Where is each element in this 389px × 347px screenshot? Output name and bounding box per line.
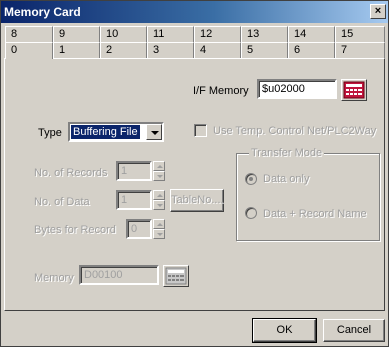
bytes-label: Bytes for Record — [34, 224, 116, 236]
if-memory-calculator-button[interactable] — [341, 79, 367, 101]
type-select[interactable]: Buffering File — [68, 122, 164, 142]
tab-11[interactable]: 11 — [147, 26, 194, 42]
data-label: No. of Data — [34, 196, 90, 208]
if-memory-field[interactable]: $u02000 — [257, 79, 337, 99]
tableno-button[interactable]: TableNo.... — [170, 189, 224, 212]
data-field[interactable]: 1 — [116, 190, 152, 210]
memory-label: Memory — [34, 272, 74, 284]
records-field[interactable]: 1 — [116, 161, 152, 181]
radio-data-only[interactable] — [245, 173, 257, 185]
chevron-down-icon[interactable] — [146, 124, 162, 140]
tab-13[interactable]: 13 — [241, 26, 288, 42]
tab-15[interactable]: 15 — [335, 26, 385, 42]
memory-card-dialog: Memory Card × 8 9 10 11 12 13 14 15 0 1 … — [0, 0, 389, 347]
memory-calculator-button[interactable] — [163, 265, 189, 287]
records-label: No. of Records — [34, 167, 108, 179]
tab-2[interactable]: 2 — [100, 42, 147, 58]
transfer-mode-title: Transfer Mode — [249, 147, 325, 159]
spin-down-icon[interactable] — [153, 200, 165, 210]
tab-3[interactable]: 3 — [147, 42, 194, 58]
close-button[interactable]: × — [370, 4, 386, 19]
title-bar[interactable]: Memory Card × — [1, 1, 388, 23]
data-spinner[interactable] — [153, 190, 165, 210]
tab-8[interactable]: 8 — [5, 26, 53, 42]
records-spinner[interactable] — [153, 161, 165, 181]
tab-7[interactable]: 7 — [335, 42, 385, 58]
spin-up-icon[interactable] — [153, 161, 165, 171]
memory-field[interactable]: D00100 — [79, 265, 159, 285]
bytes-spinner[interactable] — [153, 219, 165, 239]
type-select-value: Buffering File — [71, 125, 140, 139]
transfer-mode-group — [236, 153, 380, 241]
tab-12[interactable]: 12 — [194, 26, 241, 42]
tab-9[interactable]: 9 — [53, 26, 100, 42]
bytes-field[interactable]: 0 — [126, 219, 152, 239]
tab-1[interactable]: 1 — [53, 42, 100, 58]
type-label: Type — [38, 127, 62, 139]
cancel-button[interactable]: Cancel — [323, 319, 385, 342]
use-temp-checkbox[interactable] — [194, 124, 207, 137]
dialog-title: Memory Card — [4, 5, 81, 19]
spin-down-icon[interactable] — [153, 229, 165, 239]
spin-up-icon[interactable] — [153, 219, 165, 229]
radio-data-record-name-label: Data + Record Name — [263, 208, 367, 220]
spin-up-icon[interactable] — [153, 190, 165, 200]
calculator-icon — [165, 267, 187, 285]
radio-data-only-label: Data only — [263, 173, 310, 185]
tab-5[interactable]: 5 — [241, 42, 288, 58]
tab-4[interactable]: 4 — [194, 42, 241, 58]
calculator-icon — [343, 81, 365, 99]
use-temp-label: Use Temp. Control Net/PLC2Way — [213, 125, 377, 137]
if-memory-label: I/F Memory — [193, 85, 249, 97]
tab-10[interactable]: 10 — [100, 26, 147, 42]
ok-button[interactable]: OK — [252, 318, 317, 343]
spin-down-icon[interactable] — [153, 171, 165, 181]
tab-6[interactable]: 6 — [288, 42, 335, 58]
tab-0[interactable]: 0 — [5, 42, 53, 59]
tab-14[interactable]: 14 — [288, 26, 335, 42]
radio-data-record-name[interactable] — [245, 207, 257, 219]
